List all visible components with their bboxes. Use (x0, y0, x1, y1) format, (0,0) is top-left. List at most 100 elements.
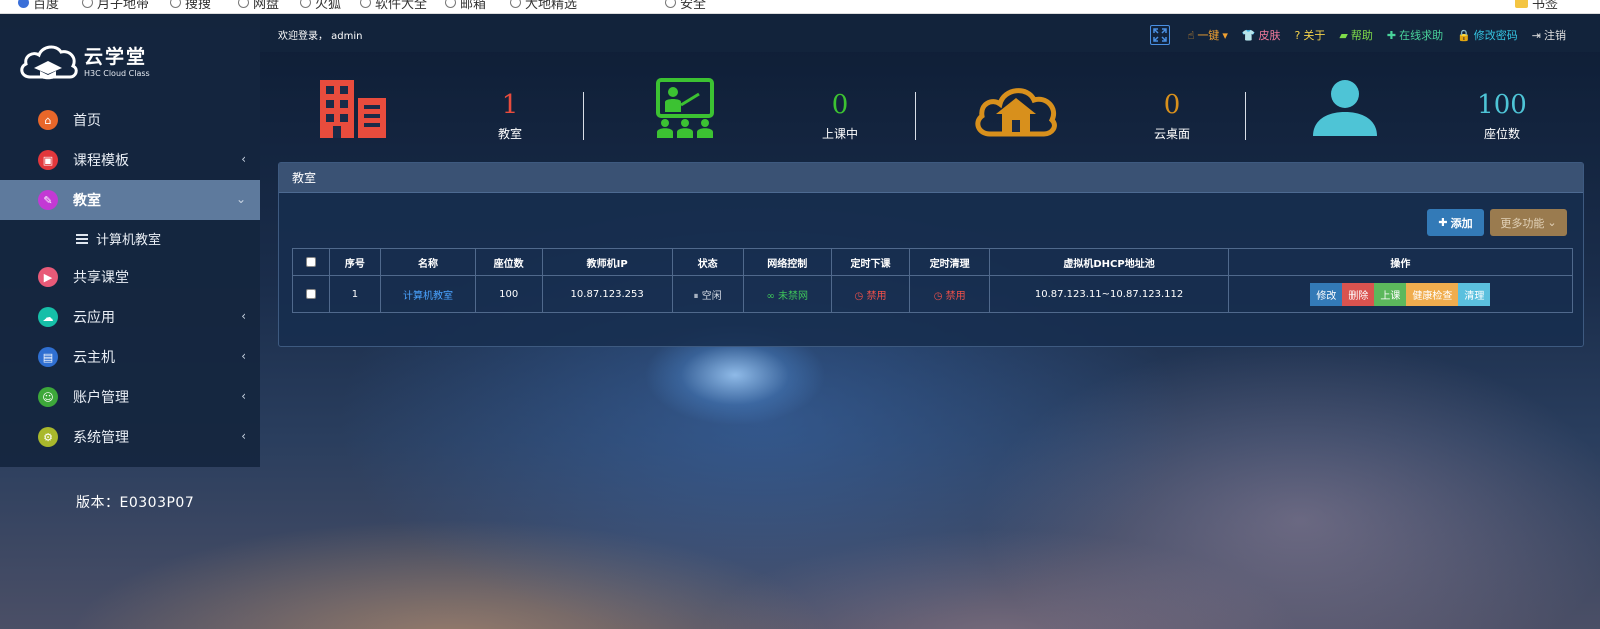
column-header[interactable]: 虚拟机DHCP地址池 (989, 248, 1229, 276)
clean-button[interactable]: 清理 (1458, 282, 1491, 306)
cloud-desktop-count-label: 云桌面 (1153, 127, 1190, 141)
column-header[interactable]: 网络控制 (742, 248, 832, 276)
bookmark-icon (510, 0, 521, 8)
logo-subtitle: H3C Cloud Class (84, 68, 150, 78)
user-silhouette-icon (1313, 80, 1377, 136)
pause-circle-icon: ⏸ (693, 290, 699, 302)
seat-count-label: 座位数 (1483, 127, 1520, 141)
sidebar-item-label: 系统管理 (73, 430, 129, 446)
bookmark-item[interactable]: 安全 (665, 0, 706, 12)
logo-title: 云学堂 (84, 45, 148, 68)
chevron-down-icon: ⌄ (1547, 216, 1557, 229)
bookmark-item[interactable]: 月子地带 (82, 0, 149, 12)
top-header: 欢迎登录， admin ☝ 一键 ▾ 👕 皮肤 ? 关于 ▰ 帮助 ✚ 在线求助 (260, 14, 1600, 52)
seat-count: 100 (1477, 90, 1527, 120)
dhcp-pool-cell: 10.87.123.11~10.87.123.112 (989, 275, 1229, 313)
status-cell: ⏸ 空闲 (671, 275, 744, 313)
about-link[interactable]: ? 关于 (1295, 27, 1326, 43)
select-all-checkbox[interactable] (305, 256, 316, 267)
column-header[interactable]: 名称 (380, 248, 476, 276)
one-key-dropdown[interactable]: ☝ 一键 ▾ (1188, 27, 1228, 43)
bookmark-item[interactable]: 大地精选 (510, 0, 577, 12)
shirt-icon: 👕 (1241, 28, 1256, 42)
building-icon (320, 80, 386, 138)
cloud-icon: ☁ (38, 307, 58, 327)
fullscreen-button[interactable] (1149, 25, 1170, 45)
bookmark-item[interactable]: 邮箱 (445, 0, 486, 12)
cloud-desktop-count: 0 (1163, 90, 1181, 120)
column-header[interactable]: 教师机IP (541, 248, 673, 276)
sidebar-item-cloud-host[interactable]: ▤ 云主机 ‹ (0, 337, 260, 377)
table-header-row: 序号 名称 座位数 教师机IP 状态 网络控制 定时下课 定时清理 虚拟机DHC… (292, 248, 1574, 276)
hand-pointer-icon: ☝ (1187, 28, 1195, 42)
teacher-board-icon (656, 78, 714, 138)
server-icon: ▤ (38, 347, 58, 367)
caret-down-icon: ▾ (1222, 28, 1228, 42)
timed-clean-text: 禁用 (945, 290, 966, 302)
sidebar-subitem-label: 计算机教室 (96, 233, 162, 248)
sidebar-item-cloud-app[interactable]: ☁ 云应用 ‹ (0, 297, 260, 337)
bookmark-item[interactable]: 软件大全 (360, 0, 427, 12)
clock-icon: ◷ (933, 290, 943, 302)
skin-link[interactable]: 👕 皮肤 (1242, 27, 1281, 43)
sidebar-item-course-template[interactable]: ▣ 课程模板 ‹ (0, 140, 260, 180)
bookmark-item[interactable]: 百度 (18, 0, 59, 12)
header-links: ☝ 一键 ▾ 👕 皮肤 ? 关于 ▰ 帮助 ✚ 在线求助 🔒 修改密码 ⇥ 注销 (1149, 25, 1566, 45)
column-header: 操作 (1227, 248, 1574, 276)
column-header[interactable]: 定时清理 (909, 248, 991, 276)
medkit-icon: ✚ (1386, 28, 1397, 42)
bookmark-folder[interactable]: 书签 (1515, 0, 1558, 12)
sidebar-item-classroom[interactable]: ✎ 教室 ⌄ (0, 180, 260, 220)
column-header[interactable]: 定时下课 (830, 248, 911, 276)
logo[interactable]: 云学堂 H3C Cloud Class (18, 41, 150, 83)
sidebar-subitem-computer-classroom[interactable]: 计算机教室 (0, 220, 260, 257)
bookmark-item[interactable]: 火狐 (300, 0, 341, 12)
stats-bar: 1 教室 0 上课中 0 云桌面 100 座位数 (260, 52, 1600, 160)
column-header[interactable]: 序号 (328, 248, 382, 276)
bookmark-icon (665, 0, 676, 8)
sidebar: 云学堂 H3C Cloud Class ⌂ 首页 ▣ 课程模板 ‹ ✎ 教室 ⌄… (0, 14, 260, 467)
change-password-link[interactable]: 🔒 修改密码 (1457, 27, 1518, 43)
sidebar-item-label: 账户管理 (73, 390, 129, 406)
operation-buttons: 修改 删除 上课 健康检查 清理 (1310, 282, 1491, 306)
index-cell: 1 (328, 275, 382, 313)
more-functions-dropdown[interactable]: 更多功能 ⌄ (1490, 209, 1567, 236)
bookmark-icon (300, 0, 311, 8)
bookmark-icon (82, 0, 93, 8)
sidebar-menu: ⌂ 首页 ▣ 课程模板 ‹ ✎ 教室 ⌄ 计算机教室 ▶ 共享课堂 ☁ 云应用 … (0, 100, 260, 457)
sidebar-item-system[interactable]: ⚙ 系统管理 ‹ (0, 417, 260, 457)
column-header[interactable]: 状态 (671, 248, 744, 276)
bookmark-item[interactable]: 网盘 (238, 0, 279, 12)
logout-link[interactable]: ⇥ 注销 (1532, 27, 1566, 43)
online-help-link[interactable]: ✚ 在线求助 (1387, 27, 1443, 43)
fullscreen-icon (1152, 28, 1167, 42)
network-control-cell: ∞ 未禁网 (742, 275, 832, 313)
row-checkbox[interactable] (305, 288, 316, 299)
book-icon: ▰ (1339, 28, 1348, 42)
bookmark-item[interactable]: 搜搜 (170, 0, 211, 12)
bookmark-icon (238, 0, 249, 8)
start-class-button[interactable]: 上课 (1374, 282, 1407, 306)
classroom-table: 序号 名称 座位数 教师机IP 状态 网络控制 定时下课 定时清理 虚拟机DHC… (292, 248, 1574, 313)
classroom-count: 1 (501, 90, 519, 120)
chevron-left-icon: ‹ (241, 349, 246, 363)
health-check-button[interactable]: 健康检查 (1406, 282, 1459, 306)
bookmark-icon (18, 0, 29, 8)
timed-end-text: 禁用 (866, 290, 887, 302)
select-all-cell (292, 248, 330, 276)
lock-icon: 🔒 (1457, 28, 1471, 42)
delete-button[interactable]: 删除 (1342, 282, 1375, 306)
add-button[interactable]: ✚ 添加 (1427, 209, 1484, 236)
column-header[interactable]: 座位数 (474, 248, 543, 276)
classroom-name-link[interactable]: 计算机教室 (403, 291, 453, 302)
sidebar-item-home[interactable]: ⌂ 首页 (0, 100, 260, 140)
user-icon: ☺ (38, 387, 58, 407)
classroom-count-label: 教室 (497, 127, 522, 141)
sidebar-item-shared-class[interactable]: ▶ 共享课堂 (0, 257, 260, 297)
operations-cell: 修改 删除 上课 健康检查 清理 (1227, 275, 1574, 313)
sidebar-item-account[interactable]: ☺ 账户管理 ‹ (0, 377, 260, 417)
bookmark-icon (170, 0, 181, 8)
help-link[interactable]: ▰ 帮助 (1339, 27, 1372, 43)
edit-button[interactable]: 修改 (1310, 282, 1343, 306)
chevron-left-icon: ‹ (241, 309, 246, 323)
